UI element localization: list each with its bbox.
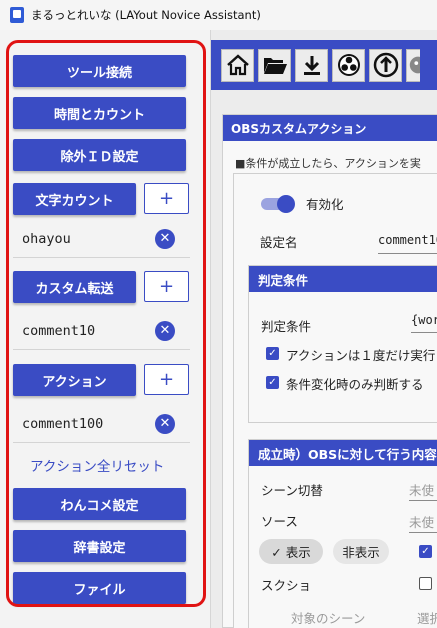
toolbar bbox=[211, 40, 437, 90]
target-scene-label: 対象のシーン bbox=[291, 611, 366, 626]
once-checkbox[interactable]: ✓ bbox=[266, 347, 279, 360]
setting-name-label: 設定名 bbox=[260, 235, 298, 250]
list-item-label: comment10 bbox=[22, 322, 96, 339]
list-item: comment100 ✕ bbox=[13, 405, 190, 443]
condition-section: 判定条件 判定条件 {wor ✓ アクションは１度だけ実行 ✓ 条件変化時のみ判… bbox=[248, 265, 437, 423]
folder-open-icon[interactable] bbox=[258, 48, 291, 82]
action-add-button[interactable]: + bbox=[144, 364, 189, 395]
char-count-add-button[interactable]: + bbox=[144, 183, 189, 214]
enabled-toggle[interactable] bbox=[261, 195, 295, 213]
scene-switch-select[interactable]: 未使 bbox=[409, 480, 434, 499]
hide-chip[interactable]: 非表示 bbox=[333, 539, 389, 564]
show-chip[interactable]: ✓ 表示 bbox=[259, 539, 323, 564]
custom-transfer-button[interactable]: カスタム転送 bbox=[13, 271, 136, 303]
window-title: まるっとれいな (LAYout Novice Assistant) bbox=[31, 8, 261, 22]
list-item: comment10 ✕ bbox=[13, 312, 190, 350]
obs-actions-section-title: 成立時）OBSに対して行う内容 bbox=[249, 440, 437, 466]
enabled-label: 有効化 bbox=[306, 197, 344, 212]
obs-custom-action-panel: OBSカスタムアクション ■条件が成立したら、アクションを実 有効化 設定名 c… bbox=[222, 114, 437, 628]
tool-connect-button[interactable]: ツール接続 bbox=[13, 55, 186, 87]
dictionary-settings-button[interactable]: 辞書設定 bbox=[13, 530, 186, 562]
source-select[interactable]: 未使 bbox=[409, 512, 434, 531]
obs-icon[interactable] bbox=[332, 48, 365, 82]
main-panel: OBSカスタムアクション ■条件が成立したら、アクションを実 有効化 設定名 c… bbox=[210, 30, 437, 628]
custom-transfer-add-button[interactable]: + bbox=[144, 271, 189, 302]
setting-name-underline bbox=[378, 253, 437, 254]
on-change-checkbox[interactable]: ✓ bbox=[266, 376, 279, 389]
remove-icon[interactable]: ✕ bbox=[155, 413, 175, 434]
condition-underline bbox=[411, 332, 437, 333]
panel-title: OBSカスタムアクション bbox=[223, 115, 437, 141]
source-label: ソース bbox=[261, 514, 298, 529]
setting-name-input[interactable]: comment100 bbox=[378, 233, 437, 247]
remove-icon[interactable]: ✕ bbox=[155, 228, 175, 249]
source-checkbox[interactable]: ✓ bbox=[419, 545, 432, 558]
reset-all-actions-link[interactable]: アクション全リセット bbox=[13, 455, 213, 475]
condition-input[interactable]: {wor bbox=[411, 313, 437, 327]
condition-note: ■条件が成立したら、アクションを実 bbox=[235, 157, 421, 170]
condition-section-title: 判定条件 bbox=[249, 266, 437, 292]
list-item-label: ohayou bbox=[22, 230, 71, 247]
character-icon[interactable] bbox=[406, 48, 420, 82]
action-card: 有効化 設定名 comment100 判定条件 判定条件 {wor ✓ アクショ… bbox=[233, 173, 437, 628]
file-button[interactable]: ファイル bbox=[13, 572, 186, 604]
scene-switch-label: シーン切替 bbox=[261, 483, 323, 498]
action-button[interactable]: アクション bbox=[13, 364, 136, 396]
sidebar: ツール接続 時間とカウント 除外ＩＤ設定 文字カウント + ohayou ✕ カ… bbox=[0, 30, 210, 628]
time-count-button[interactable]: 時間とカウント bbox=[13, 97, 186, 129]
update-icon[interactable] bbox=[369, 48, 402, 82]
download-icon[interactable] bbox=[295, 48, 328, 82]
condition-label: 判定条件 bbox=[261, 319, 312, 334]
screenshot-label: スクショ bbox=[261, 578, 312, 593]
wancome-settings-button[interactable]: わんコメ設定 bbox=[13, 488, 186, 520]
char-count-button[interactable]: 文字カウント bbox=[13, 183, 136, 215]
title-bar: まるっとれいな (LAYout Novice Assistant) bbox=[0, 0, 437, 30]
obs-actions-section: 成立時）OBSに対して行う内容 シーン切替 未使 ソース 未使 ✓ 表示 非表示… bbox=[248, 439, 437, 628]
once-label: アクションは１度だけ実行 bbox=[286, 348, 436, 363]
exclude-id-button[interactable]: 除外ＩＤ設定 bbox=[13, 139, 186, 171]
on-change-label: 条件変化時のみ判断する bbox=[286, 377, 424, 392]
source-underline bbox=[409, 532, 437, 533]
scene-switch-underline bbox=[409, 500, 437, 501]
screenshot-checkbox[interactable] bbox=[419, 577, 432, 590]
app-icon bbox=[10, 7, 24, 23]
list-item-label: comment100 bbox=[22, 415, 104, 432]
remove-icon[interactable]: ✕ bbox=[155, 320, 175, 341]
select-label[interactable]: 選択 bbox=[417, 608, 437, 627]
home-icon[interactable] bbox=[221, 48, 254, 82]
list-item: ohayou ✕ bbox=[13, 220, 190, 258]
